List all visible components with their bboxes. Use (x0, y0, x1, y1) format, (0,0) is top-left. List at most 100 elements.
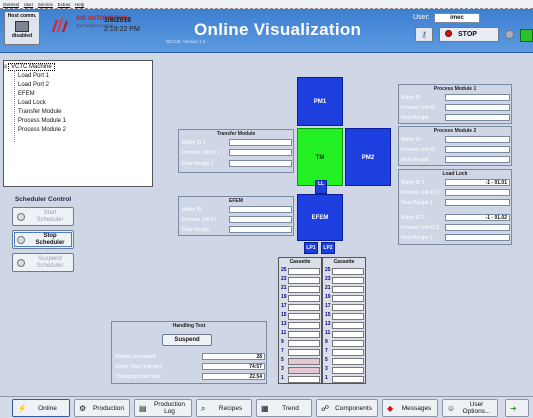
cassette-slot (332, 304, 364, 311)
user-label: User: (413, 14, 430, 21)
cassette-slot (332, 376, 364, 383)
tree-item-process-module-1[interactable]: Process Module 1 (18, 118, 66, 124)
efem-wafer-id-field (229, 206, 292, 213)
start-scheduler-button[interactable]: Start Scheduler (12, 207, 74, 226)
taskbar-trend[interactable]: ▦ Trend (256, 399, 312, 417)
cassette-slot-number: 15 (281, 312, 287, 318)
ll-flow-recipe-1-field (445, 199, 510, 206)
menu-extras[interactable]: Extras (58, 2, 71, 7)
machine-tree[interactable]: ⊟ VCTC Machine Load Port 1 Load Port 2 E… (3, 60, 153, 187)
efem-process-job-field (229, 216, 292, 223)
process-module-1-panel: Process Module 1 Wafer ID Process Job ID… (398, 84, 512, 124)
tree-root-vctc[interactable]: VCTC Machine (8, 63, 55, 71)
stop-scheduler-button[interactable]: Stop Scheduler (12, 230, 74, 249)
pm1-process-job-label: Process Job ID (401, 105, 435, 111)
tree-item-transfer-module[interactable]: Transfer Module (18, 109, 61, 115)
collapse-icon[interactable]: ⊟ (3, 64, 7, 70)
pm2-flow-recipe-label: Flow Recipe (401, 157, 429, 163)
suspend-indicator-icon (17, 259, 25, 267)
taskbar-exit[interactable]: ➜ (505, 399, 529, 417)
tree-item-load-lock[interactable]: Load Lock (18, 100, 46, 106)
taskbar-online[interactable]: ⚡ Online (12, 399, 70, 417)
start-label: Start Scheduler (36, 210, 64, 223)
ll-flow-recipe-2-label: Flow Recipe 2 (401, 235, 433, 241)
start-indicator-icon (17, 213, 25, 221)
pm2-wafer-id-label: Wafer ID (401, 137, 421, 143)
components-icon: ☍ (321, 404, 330, 413)
module-tm[interactable]: TM (297, 128, 343, 186)
cassette-lp2: Cassette 25 23 21 19 17 15 13 11 9 7 5 3 1 (322, 257, 366, 384)
cassette-slot (288, 304, 320, 311)
taskbar-components[interactable]: ☍ Components (316, 399, 378, 417)
cassette-slot-number: 11 (281, 330, 287, 336)
taskbar-production-log[interactable]: ▤ Production Log (134, 399, 192, 417)
ll-wafer-id-2-field: -1 - 01.02 (445, 214, 510, 221)
cassette-slot (332, 277, 364, 284)
taskbar-production[interactable]: ⚙ Production (74, 399, 130, 417)
trend-icon: ▦ (261, 404, 269, 413)
cassette-slot (288, 349, 320, 356)
cassette-slot-number: 5 (325, 357, 328, 363)
tree-item-load-port-1[interactable]: Load Port 1 (18, 73, 49, 79)
menu-help[interactable]: Help (75, 2, 84, 7)
cassette-slot-number: 9 (325, 339, 328, 345)
pm2-process-job-field (445, 146, 510, 153)
cassette-slot (288, 367, 320, 374)
suspend-button[interactable]: Suspend (162, 334, 212, 346)
tree-item-process-module-2[interactable]: Process Module 2 (18, 127, 66, 133)
host-status: disabled (11, 33, 33, 39)
module-pm2[interactable]: PM2 (345, 128, 391, 186)
taskbar-messages[interactable]: ◆ Messages (382, 399, 438, 417)
ll-wafer-id-1-field: -1 - 01.01 (445, 179, 510, 186)
cassette-slot (332, 286, 364, 293)
pm2-process-job-label: Process Job ID (401, 147, 435, 153)
module-pm1[interactable]: PM1 (297, 77, 343, 126)
cassette-slot-number: 21 (281, 285, 287, 291)
ll-flow-recipe-2-field (445, 234, 510, 241)
date-display: 1/8/2016 (104, 17, 132, 24)
menu-service[interactable]: Service (38, 2, 53, 7)
cassette-slot-number: 7 (325, 348, 328, 354)
menu-general[interactable]: General (3, 2, 19, 7)
tm-wafer-id-field (229, 139, 292, 146)
cassette-slot-number: 25 (325, 267, 331, 273)
cassette-slot-number: 19 (281, 294, 287, 300)
tree-connector (14, 70, 15, 142)
efem-flow-recipe-field (229, 226, 292, 233)
wafers-processed-value: 28 (202, 353, 265, 360)
cassette-slot (332, 268, 364, 275)
cassette-slot-number: 11 (325, 330, 331, 336)
cassette-slot (332, 349, 364, 356)
host-comm-button[interactable]: Host comm. disabled (4, 11, 40, 45)
page-title: Online Visualization (194, 20, 362, 39)
tm-flow-recipe-label: Flow Recipe 1 (182, 161, 214, 167)
tree-item-load-port-2[interactable]: Load Port 2 (18, 82, 49, 88)
ll-process-job-1-field (445, 189, 510, 196)
stop-scheduler-label: Stop Scheduler (35, 233, 65, 246)
efem-wafer-id-label: Wafer ID (182, 207, 202, 213)
stop-button[interactable]: STOP (439, 27, 499, 42)
ais-logo-icon (52, 17, 68, 33)
exit-arrow-icon: ➜ (510, 404, 517, 413)
recipes-icon: ⌕ (201, 404, 206, 413)
cassette-slot (288, 376, 320, 383)
log-icon: ▤ (139, 404, 147, 413)
module-lp1[interactable]: LP1 (304, 242, 318, 254)
cassette-slot-number: 25 (281, 267, 287, 273)
module-lp2[interactable]: LP2 (321, 242, 335, 254)
module-efem[interactable]: EFEM (297, 194, 343, 241)
cassette-slot (288, 286, 320, 293)
menu-user[interactable]: User (24, 2, 34, 7)
cassette-slot-number: 17 (281, 303, 287, 309)
login-button[interactable]: ⚷ (415, 27, 433, 42)
cassette-slot-number: 1 (281, 375, 284, 381)
module-ll[interactable]: LL (315, 180, 327, 194)
suspend-scheduler-button[interactable]: Suspend Scheduler (12, 253, 74, 272)
tree-item-efem[interactable]: EFEM (18, 91, 35, 97)
tm-process-job-field (229, 149, 292, 156)
cassette-slot (288, 295, 320, 302)
taskbar-user-options[interactable]: ☺ User Options... (442, 399, 498, 417)
taskbar-recipes[interactable]: ⌕ Recipes (196, 399, 252, 417)
cassette-slot-number: 3 (325, 366, 328, 372)
stop-indicator-icon (17, 236, 25, 244)
